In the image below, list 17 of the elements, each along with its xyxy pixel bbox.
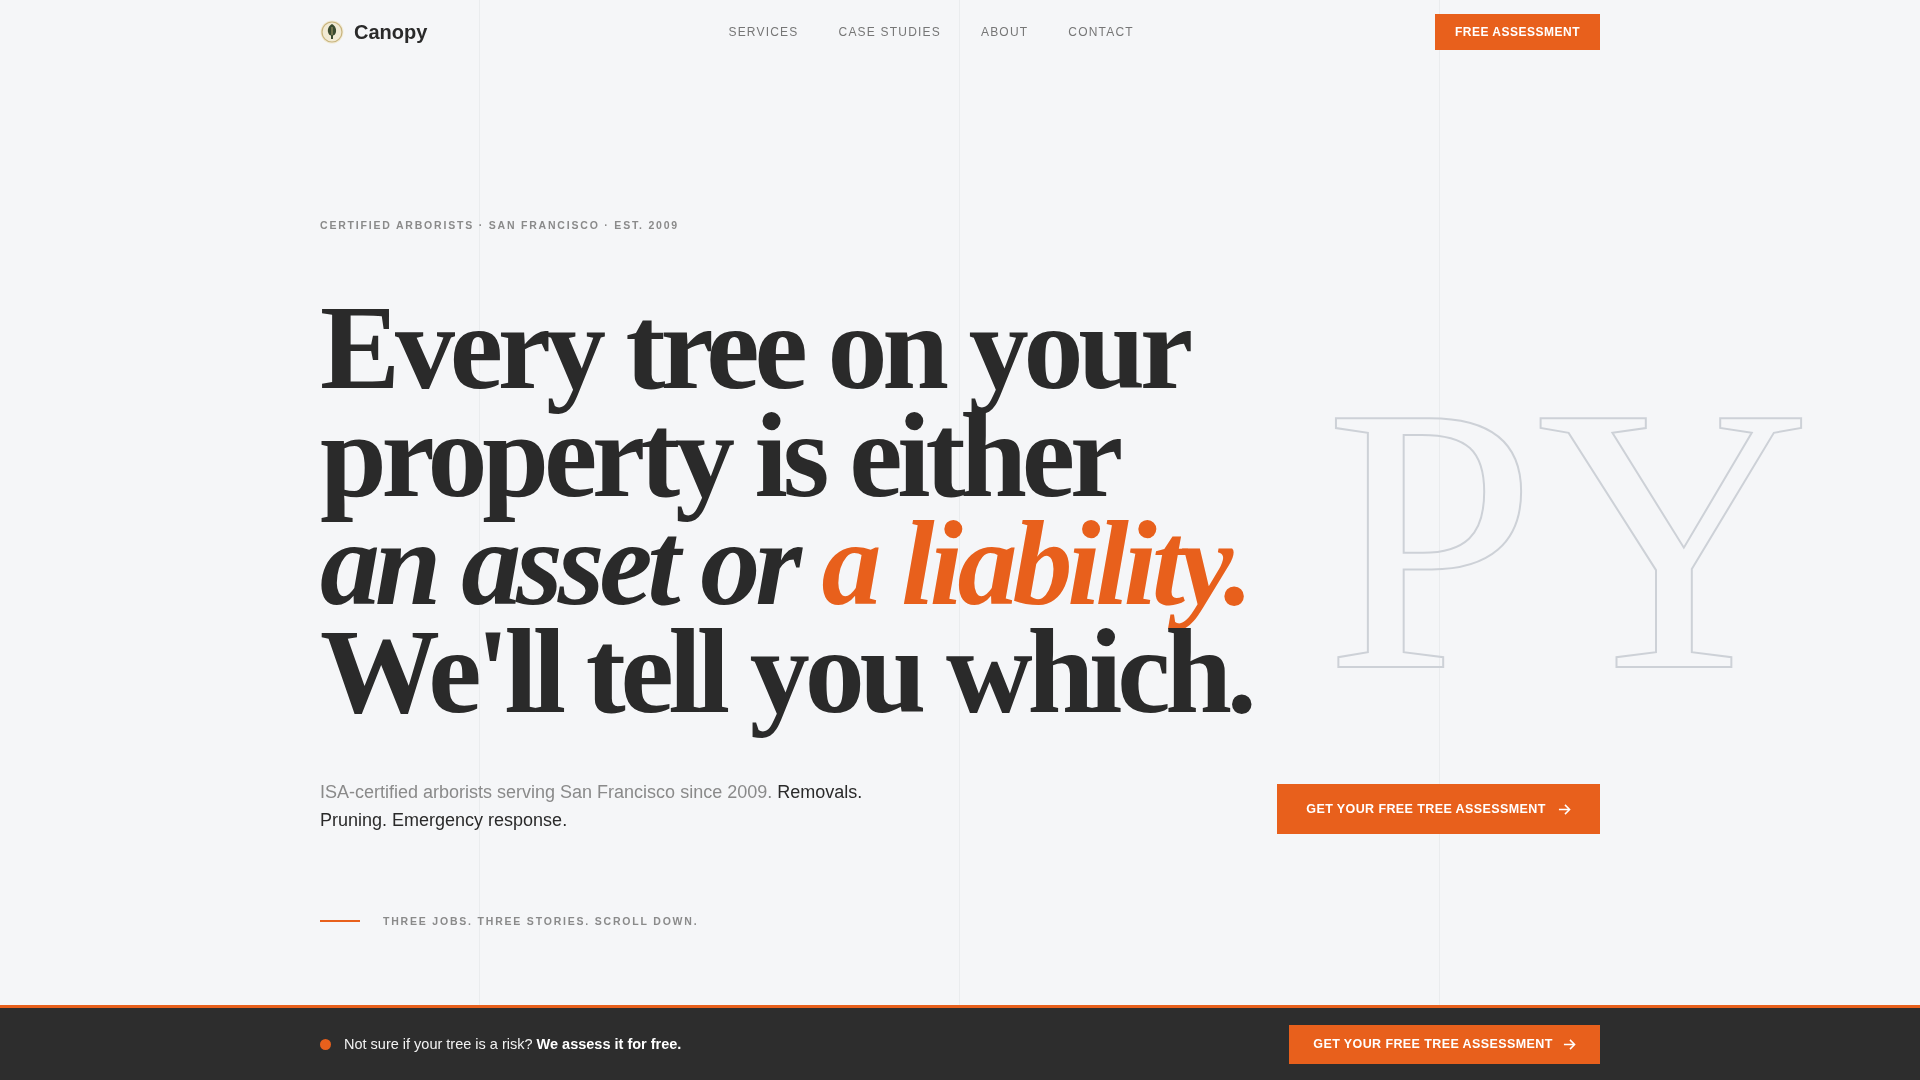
assessment-cta-button[interactable]: GET YOUR FREE TREE ASSESSMENT <box>1277 784 1600 834</box>
arrow-right-icon <box>1557 802 1571 816</box>
headline: Every tree on your property is either an asset or a liability. We'll tell you which. <box>320 294 1252 740</box>
arrow-right-icon <box>1562 1037 1576 1051</box>
brand-name[interactable]: Canopy <box>354 20 428 44</box>
assessment-cta-button[interactable]: GET YOUR FREE TREE ASSESSMENT <box>1289 1024 1600 1064</box>
status-dot-icon <box>320 1038 331 1050</box>
nav-link[interactable]: CONTACT <box>1068 25 1134 39</box>
hero-description: ISA-certified arborists serving San Francisco since 2009. Removals. Pruning. Emergency response. <box>320 781 864 832</box>
nav-link[interactable]: SERVICES <box>728 25 799 39</box>
nav-link[interactable]: ABOUT <box>980 25 1029 39</box>
nav-link[interactable]: CASE STUDIES <box>838 25 941 39</box>
free-assessment-button[interactable]: FREE ASSESSMENT <box>1434 14 1600 50</box>
eyebrow-text: CERTIFIED ARBORISTS · SAN FRANCISCO · EST. 2009 <box>320 218 679 233</box>
tree-logo-icon <box>320 20 344 44</box>
bottom-bar-message: Not sure if your tree is a risk? We assess it for free. <box>344 1036 682 1052</box>
scroll-hint: THREE JOBS. THREE STORIES. SCROLL DOWN. <box>383 914 699 929</box>
